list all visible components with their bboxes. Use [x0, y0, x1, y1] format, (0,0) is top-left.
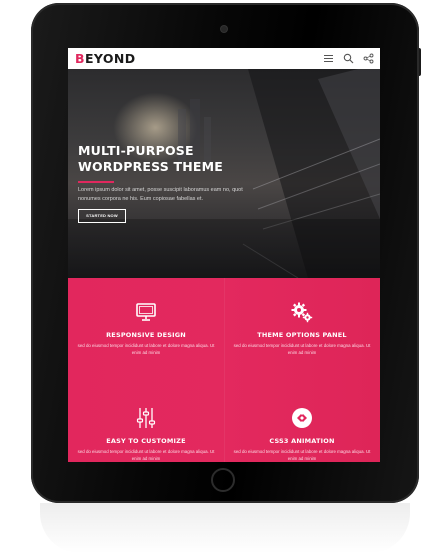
started-now-button[interactable]: STARTED NOW [78, 209, 126, 223]
feature-text: sed do eiusmod tempor incididunt ut labo… [77, 343, 215, 355]
feature-title: EASY TO CUSTOMIZE [106, 437, 186, 445]
css3-icon [292, 408, 312, 428]
search-icon[interactable] [343, 53, 354, 64]
feature-title: THEME OPTIONS PANEL [257, 331, 347, 339]
feature-text: sed do eiusmod tempor incididunt ut labo… [233, 343, 371, 355]
logo-text: EYOND [84, 51, 136, 66]
camera-icon [221, 26, 227, 32]
site-header: BEYOND [68, 48, 380, 69]
feature-text: sed do eiusmod tempor incididunt ut labo… [233, 449, 371, 461]
device-reflection [40, 503, 410, 553]
feature-text: sed do eiusmod tempor incididunt ut labo… [77, 449, 215, 461]
logo-accent-letter: B [75, 51, 85, 66]
feature-title: RESPONSIVE DESIGN [106, 331, 186, 339]
home-button[interactable] [211, 468, 235, 492]
features-divider [224, 278, 225, 462]
hero-title-line-2: WORDPRESS THEME [78, 159, 224, 174]
hero-title-line-1: MULTI-PURPOSE [78, 143, 194, 158]
hero-description: Lorem ipsum dolor sit amet, posse suscip… [78, 187, 243, 202]
sliders-icon [136, 408, 156, 428]
monitor-icon [136, 303, 156, 321]
menu-icon[interactable] [323, 53, 334, 64]
site-logo[interactable]: BEYOND [75, 51, 136, 66]
gears-icon [291, 302, 313, 323]
tablet-screen: BEYOND MULTI-PURPOSE WORDPRESS THEME Lor… [68, 48, 380, 462]
share-icon[interactable] [363, 53, 374, 64]
features-section: RESPONSIVE DESIGN sed do eiusmod tempor … [68, 278, 380, 462]
hero-divider [78, 181, 114, 183]
feature-title: CSS3 ANIMATION [269, 437, 335, 445]
hero-section: MULTI-PURPOSE WORDPRESS THEME Lorem ipsu… [68, 69, 380, 278]
hero-title: MULTI-PURPOSE WORDPRESS THEME [78, 143, 278, 175]
